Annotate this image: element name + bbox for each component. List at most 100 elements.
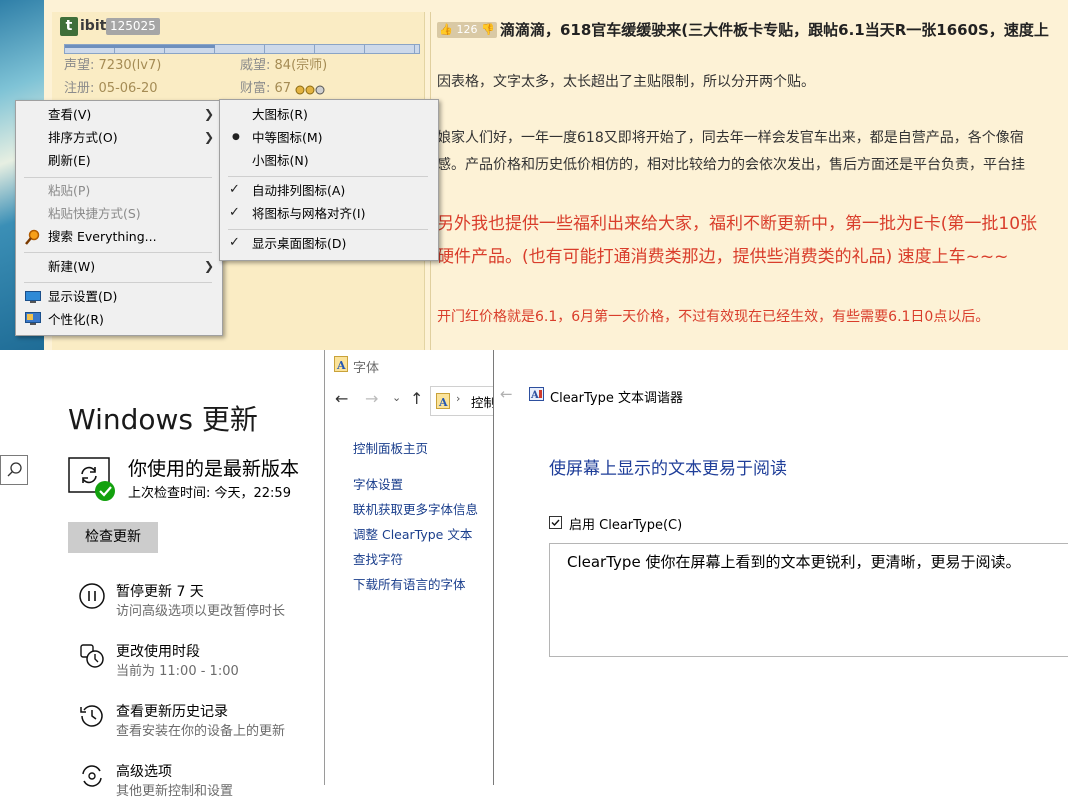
checkmark-icon: ✓ [229, 182, 240, 197]
fonts-folder-icon: A [334, 356, 348, 372]
like-count: 126 [456, 23, 478, 36]
history-icon [80, 705, 103, 727]
forward-arrow-icon[interactable]: → [365, 389, 378, 408]
pause-icon [79, 583, 105, 609]
magnifier-icon [25, 229, 40, 245]
cleartype-heading: 使屏幕上显示的文本更易于阅读 [549, 459, 787, 479]
enable-cleartype-label[interactable]: 启用 ClearType(C) [569, 514, 682, 533]
last-check-time: 上次检查时间: 今天，22:59 [128, 486, 291, 501]
menu-item-refresh[interactable]: 刷新(E) [48, 151, 91, 171]
link-find-character[interactable]: 查找字符 [353, 549, 403, 568]
post-red-paragraph-2: 硬件产品。(也有可能打通消费类那边，提供些消费类的礼品) 速度上车~~~ [437, 247, 1009, 267]
wealth-value: 67 [274, 81, 292, 96]
username[interactable]: ibit [80, 17, 106, 36]
option-active-hours-title[interactable]: 更改使用时段 [116, 641, 200, 661]
coin-icons [295, 85, 325, 94]
reputation-value: 7230(lv7) [98, 58, 162, 73]
register-stat: 注册: 05-06-20 [64, 80, 158, 98]
chevron-down-icon[interactable]: ⌄ [392, 391, 401, 404]
menu-separator [24, 282, 212, 283]
cleartype-app-icon: A [529, 387, 544, 401]
post-red-paragraph-1: 另外我也提供一些福利出来给大家，福利不断更新中，第一批为E卡(第一批10张 [437, 214, 1038, 234]
option-pause-subtitle: 访问高级选项以更改暂停时长 [116, 604, 286, 619]
wealth-stat: 财富: 67 [240, 80, 325, 98]
display-settings-icon [25, 291, 41, 303]
cleartype-window-title: ClearType 文本调谐器 [550, 391, 683, 406]
submenu-item-auto-arrange[interactable]: 自动排列图标(A) [252, 181, 345, 201]
option-pause-title[interactable]: 暂停更新 7 天 [116, 581, 204, 601]
like-badge[interactable]: 👍 126 👎 [437, 22, 497, 38]
search-icon [7, 462, 22, 477]
register-label: 注册: [64, 81, 95, 96]
wealth-label: 财富: [240, 81, 271, 96]
option-advanced-title[interactable]: 高级选项 [116, 761, 172, 781]
user-level-fill [65, 45, 215, 48]
cleartype-description: ClearType 使你在屏幕上看到的文本更锐利，更清晰，更易于阅读。 [567, 553, 1021, 571]
checkmark-icon [551, 519, 560, 527]
prestige-label: 威望: [240, 58, 271, 73]
post-title: 滴滴滴，618官车缓缓驶来(三大件板卡专贴，跟帖6.1当天R一张1660S，速度… [500, 21, 1049, 39]
desktop-context-menu: 查看(V) ❯ 排序方式(O) ❯ 刷新(E) 粘贴(P) 粘贴快捷方式(S) … [15, 100, 223, 336]
svg-text:A: A [438, 396, 448, 409]
view-submenu: 大图标(R) ● 中等图标(M) 小图标(N) ✓ 自动排列图标(A) ✓ 将图… [219, 99, 439, 261]
option-history-subtitle: 查看安装在你的设备上的更新 [116, 724, 286, 739]
update-status-icon [68, 457, 115, 501]
submenu-item-large-icons[interactable]: 大图标(R) [252, 105, 308, 125]
post-red-note: 开门红价格就是6.1，6月第一天价格，不过有效现在已经生效，有些需要6.1日0点… [437, 309, 990, 325]
submenu-item-small-icons[interactable]: 小图标(N) [252, 151, 309, 171]
menu-item-search-everything[interactable]: 搜索 Everything... [48, 227, 157, 247]
prestige-stat: 威望: 84(宗师) [240, 57, 327, 75]
advanced-options-icon [82, 765, 102, 787]
settings-search-box[interactable] [0, 455, 28, 485]
link-download-fonts[interactable]: 下载所有语言的字体 [353, 574, 466, 593]
update-status-text: 你使用的是最新版本 [128, 458, 300, 480]
user-id-badge: 125025 [106, 18, 160, 35]
menu-item-view[interactable]: 查看(V) [48, 105, 91, 125]
option-active-hours-subtitle: 当前为 11:00 - 1:00 [116, 664, 239, 679]
link-adjust-cleartype[interactable]: 调整 ClearType 文本 [353, 524, 472, 543]
chevron-right-icon: ❯ [204, 259, 215, 273]
reputation-label: 声望: [64, 58, 95, 73]
submenu-item-show-desktop-icons[interactable]: 显示桌面图标(D) [252, 234, 346, 254]
checkmark-icon: ✓ [229, 235, 240, 250]
user-avatar-badge[interactable]: t [60, 17, 78, 36]
checkmark-icon: ✓ [229, 205, 240, 220]
fonts-folder-icon: A [436, 393, 450, 409]
post-paragraph-3: 感。产品价格和历史低价相仿的，相对比较给力的会依次发出，售后方面还是平台负责，平… [437, 157, 1025, 173]
active-hours-icon [80, 644, 104, 668]
menu-separator [228, 229, 428, 230]
menu-item-new[interactable]: 新建(W) [48, 257, 95, 277]
link-online-font-info[interactable]: 联机获取更多字体信息 [353, 499, 478, 518]
option-history-title[interactable]: 查看更新历史记录 [116, 701, 228, 721]
post-paragraph-1: 因表格，文字太多，太长超出了主贴限制，所以分开两个贴。 [437, 74, 815, 90]
register-value: 05-06-20 [98, 81, 158, 96]
page-title: Windows 更新 [68, 403, 258, 436]
post-paragraph-2: 娘家人们好，一年一度618又即将开始了，同去年一样会发官车出来，都是自营产品，各… [437, 130, 1024, 146]
option-advanced-subtitle: 其他更新控制和设置 [116, 784, 234, 799]
menu-item-paste-shortcut[interactable]: 粘贴快捷方式(S) [48, 204, 141, 224]
link-control-panel-home[interactable]: 控制面板主页 [353, 438, 428, 457]
submenu-item-align-grid[interactable]: 将图标与网格对齐(I) [252, 204, 365, 224]
breadcrumb-chevron-icon: › [456, 392, 461, 405]
link-font-settings[interactable]: 字体设置 [353, 474, 403, 493]
svg-text:A: A [530, 390, 539, 401]
menu-item-display-settings[interactable]: 显示设置(D) [48, 287, 117, 307]
menu-separator [24, 177, 212, 178]
menu-item-personalize[interactable]: 个性化(R) [48, 310, 104, 330]
fonts-window-title: 字体 [353, 361, 380, 376]
chevron-right-icon: ❯ [204, 107, 215, 121]
enable-cleartype-checkbox[interactable] [549, 516, 562, 529]
menu-separator [228, 176, 428, 177]
up-arrow-icon[interactable]: ↑ [410, 389, 423, 408]
prestige-value: 84(宗师) [274, 58, 328, 73]
menu-item-sort[interactable]: 排序方式(O) [48, 128, 118, 148]
check-updates-button[interactable]: 检查更新 [68, 522, 158, 553]
personalize-icon [25, 312, 41, 325]
back-arrow-icon[interactable]: ← [335, 389, 348, 408]
submenu-item-medium-icons[interactable]: 中等图标(M) [252, 128, 323, 148]
back-arrow-icon[interactable]: ← [500, 385, 513, 403]
reputation-stat: 声望: 7230(lv7) [64, 57, 161, 75]
menu-separator [24, 252, 212, 253]
menu-item-paste[interactable]: 粘贴(P) [48, 181, 90, 201]
chevron-right-icon: ❯ [204, 130, 215, 144]
